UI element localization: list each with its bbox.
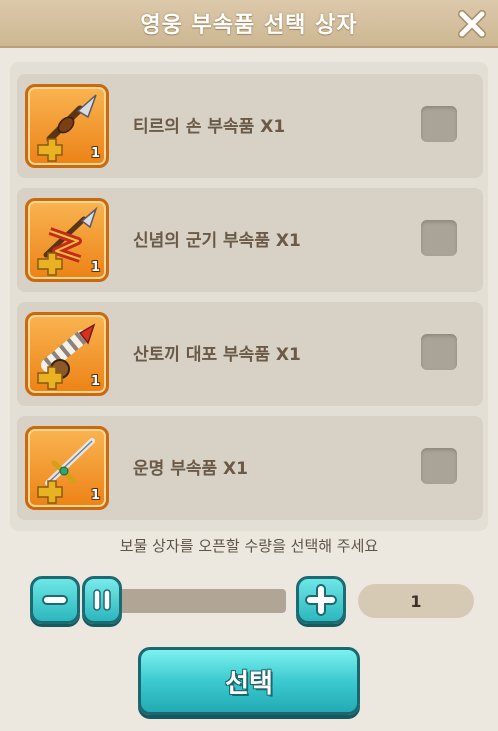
quantity-slider-track[interactable] <box>100 589 286 613</box>
item-list-panel: 1 티르의 손 부속품 X1 1 신념의 군기 부속품 X1 1 산토끼 대포 … <box>10 62 488 531</box>
list-item[interactable]: 1 신념의 군기 부속품 X1 <box>17 188 483 292</box>
item-quantity: 1 <box>90 374 100 389</box>
quantity-hint: 보물 상자를 오픈할 수량을 선택해 주세요 <box>119 537 379 555</box>
spear-key-icon: 1 <box>25 84 109 168</box>
select-button[interactable]: 선택 <box>138 647 360 715</box>
plus-icon <box>305 584 337 616</box>
minus-icon <box>42 595 68 605</box>
item-name: 산토끼 대포 부속품 X1 <box>133 345 301 365</box>
item-checkbox[interactable] <box>421 334 457 370</box>
item-name: 신념의 군기 부속품 X1 <box>133 231 301 251</box>
close-icon[interactable] <box>456 8 488 40</box>
item-quantity: 1 <box>90 260 100 275</box>
list-item[interactable]: 1 산토끼 대포 부속품 X1 <box>17 302 483 406</box>
quantity-slider-handle[interactable] <box>82 576 122 624</box>
quantity-value: 1 <box>410 591 422 611</box>
item-checkbox[interactable] <box>421 220 457 256</box>
title-bar: 영웅 부속품 선택 상자 <box>0 0 498 48</box>
item-quantity: 1 <box>90 146 100 161</box>
sword-key-icon: 1 <box>25 426 109 510</box>
item-checkbox[interactable] <box>421 448 457 484</box>
dialog-title: 영웅 부속품 선택 상자 <box>140 13 358 38</box>
pause-icon <box>93 589 111 611</box>
item-quantity: 1 <box>90 488 100 503</box>
item-checkbox[interactable] <box>421 106 457 142</box>
banner-key-icon: 1 <box>25 198 109 282</box>
select-button-label: 선택 <box>225 668 273 699</box>
decrease-button[interactable] <box>30 576 80 624</box>
cannon-key-icon: 1 <box>25 312 109 396</box>
item-name: 티르의 손 부속품 X1 <box>133 117 286 137</box>
item-name: 운명 부속품 X1 <box>133 459 248 479</box>
list-item[interactable]: 1 티르의 손 부속품 X1 <box>17 74 483 178</box>
increase-button[interactable] <box>296 576 346 624</box>
quantity-display: 1 <box>358 584 474 618</box>
list-item[interactable]: 1 운명 부속품 X1 <box>17 416 483 520</box>
